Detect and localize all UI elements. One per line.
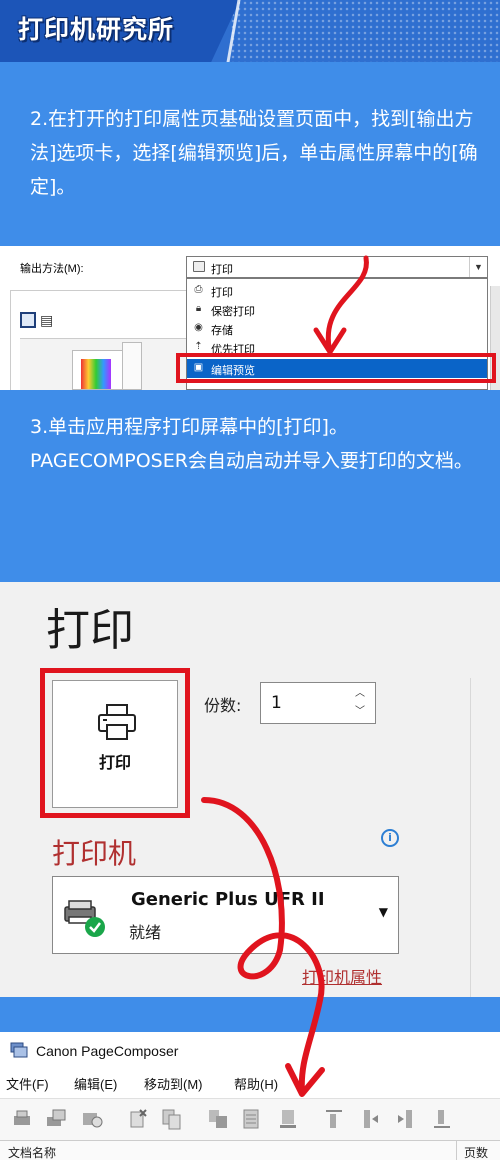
move-bottom-icon[interactable] — [430, 1107, 454, 1131]
column-document-name[interactable]: 文档名称 — [8, 1144, 56, 1160]
dropdown-item-label: 存储 — [211, 325, 233, 337]
menu-move-to[interactable]: 移动到(M) — [144, 1074, 203, 1093]
app-icon — [10, 1042, 28, 1058]
column-divider[interactable] — [456, 1141, 457, 1160]
copies-value: 1 — [271, 693, 282, 713]
print-screen-title: 打印 — [46, 605, 134, 656]
output-method-select[interactable]: 打印 ▼ — [186, 256, 488, 278]
chevron-up-icon[interactable]: ︿ — [353, 687, 367, 701]
document-list-header: 文档名称 页数 — [0, 1140, 500, 1160]
copy-icon[interactable] — [160, 1107, 184, 1131]
paper-preview — [72, 350, 128, 390]
printer-select[interactable]: Generic Plus UFR II 就绪 ▼ — [52, 876, 399, 954]
move-up-icon[interactable] — [358, 1107, 382, 1131]
output-method-value: 打印 — [211, 264, 233, 276]
color-preview — [81, 359, 111, 389]
menu-file[interactable]: 文件(F) — [6, 1074, 49, 1093]
dropdown-item-print[interactable]: ⎙ 打印 — [187, 281, 487, 300]
printer-status: 就绪 — [129, 923, 162, 942]
menu-edit[interactable]: 编辑(E) — [74, 1074, 117, 1093]
page-header: 打印机研究所 — [0, 0, 500, 62]
output-method-screenshot: 输出方法(M): 打印 ▼ ▤ ⎙ 打印 🔒︎ 保密打印 ◉ 存储 ⇡ 优先打印… — [0, 246, 500, 390]
divider — [470, 678, 471, 997]
caret-down-icon[interactable]: ▼ — [379, 905, 388, 919]
split-icon[interactable] — [240, 1107, 264, 1131]
window-titlebar: Canon PageComposer — [0, 1032, 500, 1068]
column-pages[interactable]: 页数 — [464, 1144, 488, 1160]
window-title: Canon PageComposer — [36, 1043, 179, 1059]
paper-stack — [122, 342, 142, 390]
pagecomposer-screenshot: Canon PageComposer 文件(F) 编辑(E) 移动到(M) 帮助… — [0, 1032, 500, 1160]
printer-icon: ⎙ — [194, 284, 203, 295]
lock-icon: 🔒︎ — [195, 303, 202, 314]
chevron-down-icon[interactable]: ▼ — [469, 257, 487, 277]
page-layout-icon[interactable] — [20, 312, 36, 328]
output-method-label: 输出方法(M): — [20, 263, 84, 275]
highlight-box — [40, 668, 190, 818]
header-dot-pattern — [230, 0, 500, 62]
printer-properties-link[interactable]: 打印机属性 — [302, 964, 382, 988]
info-icon[interactable]: i — [381, 829, 399, 847]
step-3-text: 3.单击应用程序打印屏幕中的[打印]。PAGECOMPOSER会自动启动并导入要… — [30, 416, 473, 472]
merge-icon[interactable] — [206, 1107, 230, 1131]
printer-header: 打印机 — [52, 837, 137, 870]
step-2-text: 2.在打开的打印属性页基础设置页面中，找到[输出方法]选项卡，选择[编辑预览]后… — [30, 108, 478, 198]
menu-bar: 文件(F) 编辑(E) 移动到(M) 帮助(H) — [0, 1070, 500, 1096]
printer-settings-icon[interactable] — [44, 1107, 68, 1131]
copies-label: 份数: — [204, 696, 242, 715]
print-icon[interactable] — [10, 1107, 34, 1131]
document-settings-icon[interactable] — [276, 1107, 300, 1131]
printer-icon — [193, 261, 205, 272]
document-icon[interactable]: ▤ — [40, 312, 53, 329]
move-top-icon[interactable] — [322, 1107, 346, 1131]
dropdown-item-label: 打印 — [211, 287, 233, 299]
chevron-down-icon[interactable]: ﹀ — [353, 705, 367, 719]
printer-name: Generic Plus UFR II — [131, 889, 325, 910]
menu-help[interactable]: 帮助(H) — [234, 1074, 278, 1093]
highlight-box — [176, 353, 496, 383]
preview-icon[interactable] — [80, 1107, 104, 1131]
priority-icon: ⇡ — [194, 341, 203, 352]
toolbar — [0, 1098, 500, 1140]
delete-icon[interactable] — [126, 1107, 150, 1131]
printer-ready-icon — [64, 900, 105, 937]
dropdown-item-secure-print[interactable]: 🔒︎ 保密打印 — [187, 300, 487, 319]
dropdown-item-store[interactable]: ◉ 存储 — [187, 319, 487, 338]
store-icon: ◉ — [194, 322, 203, 333]
page-title: 打印机研究所 — [18, 15, 175, 44]
move-down-icon[interactable] — [394, 1107, 418, 1131]
print-screen-screenshot: 打印 打印 份数: 1 ︿ ﹀ 打印机 i Generic Plus UFR I… — [0, 582, 500, 997]
dropdown-item-label: 保密打印 — [211, 306, 255, 318]
copies-stepper[interactable]: 1 ︿ ﹀ — [260, 682, 376, 724]
